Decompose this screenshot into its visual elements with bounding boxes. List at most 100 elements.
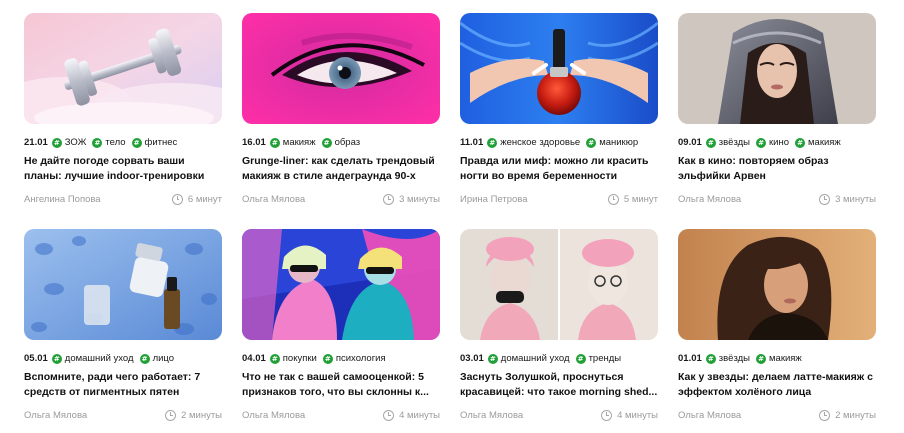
- clock-icon: [171, 193, 183, 205]
- article-title[interactable]: Как в кино: повторяем образ эльфийки Арв…: [678, 154, 876, 184]
- hash-icon: #: [487, 353, 498, 364]
- article-author: Ольга Мялова: [678, 193, 742, 205]
- hash-icon: #: [322, 353, 333, 364]
- article-image[interactable]: [460, 229, 658, 340]
- article-meta: 05.01 # домашний уход # лицо: [24, 352, 222, 365]
- article-author: Ольга Мялова: [678, 409, 742, 421]
- hash-icon: #: [575, 353, 586, 364]
- article-title[interactable]: Правда или миф: можно ли красить ногти в…: [460, 154, 658, 184]
- read-time: 4 минуты: [601, 409, 658, 421]
- hash-icon: #: [487, 137, 498, 148]
- article-image[interactable]: [678, 229, 876, 340]
- article-grid: 21.01 # ЗОЖ # тело # фитнес Не дайте погоде…: [24, 13, 876, 433]
- article-title[interactable]: Не дайте погоде сорвать ваши планы: лучш…: [24, 154, 222, 184]
- article-tag[interactable]: # маникюр: [586, 137, 638, 148]
- hash-icon: #: [51, 137, 62, 148]
- hash-icon: #: [51, 353, 62, 364]
- article-image[interactable]: [24, 229, 222, 340]
- article-author: Ольга Мялова: [24, 409, 88, 421]
- article-card[interactable]: 11.01 # женское здоровье # маникюр Правда …: [460, 13, 658, 217]
- article-card[interactable]: 09.01 # звёзды # кино # макияж Как в кино: …: [678, 13, 876, 217]
- article-title[interactable]: Что не так с вашей самооценкой: 5 призна…: [242, 370, 440, 400]
- article-title[interactable]: Заснуть Золушкой, проснуться красавицей:…: [460, 370, 658, 400]
- article-tag[interactable]: # фитнес: [131, 137, 177, 148]
- article-tag[interactable]: # звёзды: [705, 137, 750, 148]
- article-title[interactable]: Grunge-liner: как сделать трендовый маки…: [242, 154, 440, 184]
- hash-icon: #: [756, 137, 766, 148]
- clock-icon: [383, 409, 395, 421]
- hash-icon: #: [131, 137, 142, 148]
- article-date: 16.01: [242, 137, 266, 148]
- article-image[interactable]: [24, 13, 222, 124]
- article-tag[interactable]: # тело: [92, 137, 126, 148]
- hash-icon: #: [586, 137, 597, 148]
- hash-icon: #: [795, 137, 805, 148]
- article-meta: 03.01 # домашний уход # тренды: [460, 352, 658, 365]
- read-time: 5 минут: [607, 193, 658, 205]
- article-tag[interactable]: # психология: [322, 353, 386, 364]
- article-meta: 04.01 # покупки # психология: [242, 352, 440, 365]
- read-time: 3 минуты: [819, 193, 876, 205]
- article-footer: Ангелина Попова 6 минут: [24, 192, 222, 206]
- article-tag[interactable]: # домашний уход: [51, 353, 134, 364]
- article-card[interactable]: 03.01 # домашний уход # тренды Заснуть Зол…: [460, 229, 658, 433]
- article-date: 11.01: [460, 137, 484, 148]
- article-date: 03.01: [460, 353, 484, 364]
- article-tag[interactable]: # лицо: [139, 353, 174, 364]
- article-meta: 09.01 # звёзды # кино # макияж: [678, 136, 876, 149]
- article-footer: Ольга Мялова 3 минуты: [242, 192, 440, 206]
- article-tag[interactable]: # тренды: [575, 353, 621, 364]
- article-meta: 11.01 # женское здоровье # маникюр: [460, 136, 658, 149]
- hash-icon: #: [269, 353, 280, 364]
- article-image[interactable]: [460, 13, 658, 124]
- article-tag[interactable]: # макияж: [795, 137, 841, 148]
- article-image[interactable]: [242, 13, 440, 124]
- article-tag[interactable]: # кино: [756, 137, 789, 148]
- article-image[interactable]: [678, 13, 876, 124]
- article-author: Ольга Мялова: [242, 409, 306, 421]
- read-time: 4 минуты: [383, 409, 440, 421]
- article-meta: 21.01 # ЗОЖ # тело # фитнес: [24, 136, 222, 149]
- article-footer: Ирина Петрова 5 минут: [460, 192, 658, 206]
- article-tag[interactable]: # звёзды: [705, 353, 750, 364]
- article-author: Ирина Петрова: [460, 193, 528, 205]
- article-footer: Ольга Мялова 2 минуты: [24, 408, 222, 422]
- article-date: 05.01: [24, 353, 48, 364]
- hash-icon: #: [139, 353, 150, 364]
- article-tag[interactable]: # покупки: [269, 353, 317, 364]
- clock-icon: [165, 409, 177, 421]
- article-tag[interactable]: # женское здоровье: [487, 137, 580, 148]
- article-tag[interactable]: # образ: [321, 137, 360, 148]
- article-footer: Ольга Мялова 4 минуты: [242, 408, 440, 422]
- article-card[interactable]: 04.01 # покупки # психология Что не так с …: [242, 229, 440, 433]
- article-footer: Ольга Мялова 4 минуты: [460, 408, 658, 422]
- article-tag[interactable]: # ЗОЖ: [51, 137, 86, 148]
- clock-icon: [383, 193, 395, 205]
- hash-icon: #: [756, 353, 766, 364]
- article-tag[interactable]: # макияж: [756, 353, 802, 364]
- read-time: 6 минут: [171, 193, 222, 205]
- hash-icon: #: [705, 137, 716, 148]
- article-card[interactable]: 16.01 # макияж # образ Grunge-liner: как с…: [242, 13, 440, 217]
- article-tag[interactable]: # домашний уход: [487, 353, 570, 364]
- article-image[interactable]: [242, 229, 440, 340]
- article-card[interactable]: 21.01 # ЗОЖ # тело # фитнес Не дайте погоде…: [24, 13, 222, 217]
- hash-icon: #: [92, 137, 103, 148]
- article-footer: Ольга Мялова 2 минуты: [678, 408, 876, 422]
- article-meta: 01.01 # звёзды # макияж: [678, 352, 876, 365]
- article-date: 04.01: [242, 353, 266, 364]
- article-author: Ангелина Попова: [24, 193, 101, 205]
- article-date: 09.01: [678, 137, 702, 148]
- article-title[interactable]: Вспомните, ради чего работает: 7 средств…: [24, 370, 222, 400]
- hash-icon: #: [269, 137, 280, 148]
- article-date: 21.01: [24, 137, 48, 148]
- article-card[interactable]: 01.01 # звёзды # макияж Как у звезды: дела…: [678, 229, 876, 433]
- hash-icon: #: [321, 137, 332, 148]
- read-time: 2 минуты: [165, 409, 222, 421]
- article-tag[interactable]: # макияж: [269, 137, 316, 148]
- read-time: 2 минуты: [819, 409, 876, 421]
- article-card[interactable]: 05.01 # домашний уход # лицо Вспомните, ра…: [24, 229, 222, 433]
- clock-icon: [819, 193, 831, 205]
- hash-icon: #: [705, 353, 716, 364]
- article-title[interactable]: Как у звезды: делаем латте-макияж с эффе…: [678, 370, 876, 400]
